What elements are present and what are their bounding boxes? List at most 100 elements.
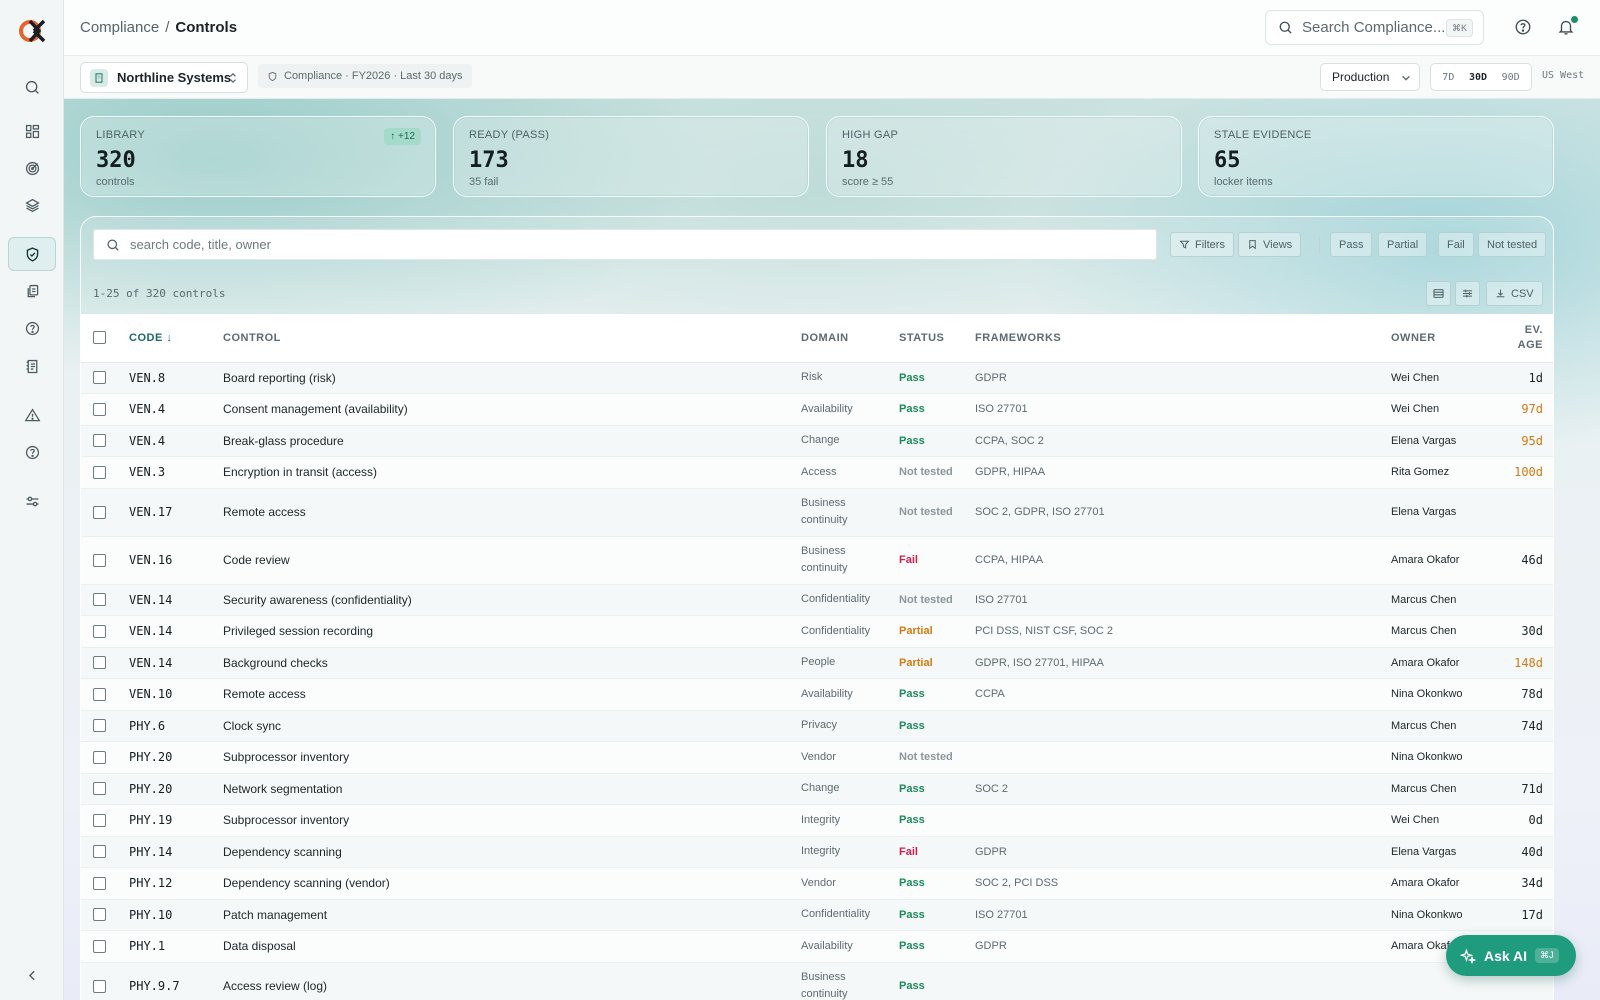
table-row[interactable]: PHY.10 Patch management Confidentiality Pas… bbox=[81, 899, 1553, 931]
row-checkbox[interactable] bbox=[93, 402, 106, 416]
control-code[interactable]: VEN.14 bbox=[117, 615, 211, 648]
control-title[interactable]: Security awareness (confidentiality) bbox=[211, 584, 791, 616]
row-checkbox[interactable] bbox=[93, 505, 106, 519]
control-title[interactable]: Remote access bbox=[211, 488, 791, 537]
column-header-ev-age[interactable]: EV. AGE bbox=[1501, 314, 1553, 363]
column-settings-button[interactable] bbox=[1455, 281, 1480, 306]
table-row[interactable]: VEN.14 Security awareness (confidentialit… bbox=[81, 584, 1553, 616]
status-filter-partial[interactable]: Partial bbox=[1378, 232, 1428, 257]
control-code[interactable]: PHY.12 bbox=[117, 867, 211, 900]
control-code[interactable]: VEN.4 bbox=[117, 425, 211, 457]
layers-icon[interactable] bbox=[8, 188, 56, 222]
status-filter-pass[interactable]: Pass bbox=[1330, 232, 1373, 257]
control-code[interactable]: VEN.14 bbox=[117, 584, 211, 616]
status-filter-fail[interactable]: Fail bbox=[1438, 232, 1474, 257]
control-title[interactable]: Background checks bbox=[211, 647, 791, 679]
collapse-sidebar-icon[interactable] bbox=[8, 958, 56, 992]
table-row[interactable]: PHY.19 Subprocessor inventory Integrity Pas… bbox=[81, 804, 1553, 837]
control-title[interactable]: Access review (log) bbox=[211, 962, 791, 1000]
density-toggle-button[interactable] bbox=[1426, 281, 1451, 306]
range-7d[interactable]: 7D bbox=[1442, 72, 1454, 83]
column-header-code[interactable]: CODE ↓ bbox=[117, 314, 211, 363]
breadcrumb-parent[interactable]: Compliance bbox=[80, 19, 159, 36]
views-button[interactable]: Views bbox=[1238, 232, 1302, 257]
table-row[interactable]: VEN.4 Consent management (availability) Av… bbox=[81, 393, 1553, 426]
table-row[interactable]: VEN.4 Break-glass procedure Change Pass CCPA… bbox=[81, 425, 1553, 457]
control-code[interactable]: PHY.20 bbox=[117, 773, 211, 805]
control-code[interactable]: PHY.9.7 bbox=[117, 962, 211, 1000]
table-row[interactable]: PHY.6 Clock sync Privacy Pass Marcus Chen 74d bbox=[81, 710, 1553, 742]
stat-card-high-gap[interactable]: HIGH GAP 18 score ≥ 55 bbox=[826, 116, 1182, 197]
control-code[interactable]: PHY.10 bbox=[117, 899, 211, 931]
documents-icon[interactable] bbox=[8, 274, 56, 308]
row-checkbox[interactable] bbox=[93, 782, 106, 796]
column-header-status[interactable]: STATUS bbox=[889, 314, 975, 363]
column-header-frameworks[interactable]: FRAMEWORKS bbox=[975, 314, 1391, 363]
row-checkbox[interactable] bbox=[93, 908, 106, 922]
table-row[interactable]: VEN.17 Remote access Business continuity No… bbox=[81, 488, 1553, 537]
stat-card-library[interactable]: LIBRARY 320 controls ↑ +12 bbox=[80, 116, 436, 197]
row-checkbox[interactable] bbox=[93, 553, 106, 567]
environment-select[interactable]: Production bbox=[1320, 63, 1420, 91]
ledger-icon[interactable] bbox=[8, 349, 56, 383]
stat-card-stale-evidence[interactable]: STALE EVIDENCE 65 locker items bbox=[1198, 116, 1554, 197]
support-icon[interactable] bbox=[8, 435, 56, 469]
notifications-bell-icon[interactable] bbox=[1557, 16, 1578, 38]
control-title[interactable]: Break-glass procedure bbox=[211, 425, 791, 457]
row-checkbox[interactable] bbox=[93, 465, 106, 479]
table-row[interactable]: VEN.8 Board reporting (risk) Risk Pass GDPR W… bbox=[81, 362, 1553, 394]
control-code[interactable]: PHY.6 bbox=[117, 710, 211, 742]
control-code[interactable]: VEN.3 bbox=[117, 456, 211, 489]
range-90d[interactable]: 90D bbox=[1502, 72, 1520, 83]
control-title[interactable]: Remote access bbox=[211, 678, 791, 711]
table-row[interactable]: PHY.9.7 Access review (log) Business conti… bbox=[81, 962, 1553, 1000]
row-checkbox[interactable] bbox=[93, 624, 106, 638]
control-title[interactable]: Code review bbox=[211, 536, 791, 585]
control-code[interactable]: PHY.1 bbox=[117, 930, 211, 963]
control-title[interactable]: Dependency scanning bbox=[211, 836, 791, 868]
control-code[interactable]: VEN.14 bbox=[117, 647, 211, 679]
range-30d[interactable]: 30D bbox=[1469, 72, 1487, 83]
column-header-control[interactable]: CONTROL bbox=[211, 314, 791, 363]
table-row[interactable]: PHY.12 Dependency scanning (vendor) Vendor… bbox=[81, 867, 1553, 900]
column-header-domain[interactable]: DOMAIN bbox=[791, 314, 889, 363]
csv-export-button[interactable]: CSV bbox=[1486, 281, 1543, 306]
control-code[interactable]: VEN.16 bbox=[117, 536, 211, 585]
control-code[interactable]: VEN.10 bbox=[117, 678, 211, 711]
status-filter-not-tested[interactable]: Not tested bbox=[1478, 232, 1547, 257]
table-row[interactable]: VEN.16 Code review Business continuity Fail… bbox=[81, 536, 1553, 585]
row-checkbox[interactable] bbox=[93, 687, 106, 701]
table-row[interactable]: VEN.14 Background checks People Partial GDPR… bbox=[81, 647, 1553, 679]
sliders-icon[interactable] bbox=[8, 484, 56, 518]
filters-button[interactable]: Filters bbox=[1170, 232, 1234, 257]
row-checkbox[interactable] bbox=[93, 434, 106, 448]
table-row[interactable]: PHY.20 Subprocessor inventory Vendor Not te… bbox=[81, 741, 1553, 774]
row-checkbox[interactable] bbox=[93, 593, 106, 607]
control-code[interactable]: PHY.14 bbox=[117, 836, 211, 868]
column-header-owner[interactable]: OWNER bbox=[1391, 314, 1501, 363]
control-code[interactable]: VEN.8 bbox=[117, 362, 211, 394]
control-title[interactable]: Encryption in transit (access) bbox=[211, 456, 791, 489]
row-checkbox[interactable] bbox=[93, 939, 106, 953]
row-checkbox[interactable] bbox=[93, 750, 106, 764]
control-title[interactable]: Board reporting (risk) bbox=[211, 362, 791, 394]
controls-shield-icon[interactable] bbox=[8, 237, 56, 271]
row-checkbox[interactable] bbox=[93, 371, 106, 385]
stat-card-ready[interactable]: READY (PASS) 173 35 fail bbox=[453, 116, 809, 197]
control-code[interactable]: PHY.20 bbox=[117, 741, 211, 774]
control-title[interactable]: Subprocessor inventory bbox=[211, 741, 791, 774]
row-checkbox[interactable] bbox=[93, 656, 106, 670]
control-code[interactable]: VEN.4 bbox=[117, 393, 211, 426]
control-title[interactable]: Dependency scanning (vendor) bbox=[211, 867, 791, 900]
table-row[interactable]: PHY.1 Data disposal Availability Pass GDPR Am… bbox=[81, 930, 1553, 963]
row-checkbox[interactable] bbox=[93, 719, 106, 733]
control-title[interactable]: Data disposal bbox=[211, 930, 791, 963]
sidebar-search-icon[interactable] bbox=[8, 70, 56, 104]
control-title[interactable]: Subprocessor inventory bbox=[211, 804, 791, 837]
help-icon[interactable] bbox=[1514, 18, 1534, 38]
help-circle-icon[interactable] bbox=[8, 311, 56, 345]
row-checkbox[interactable] bbox=[93, 979, 106, 993]
org-selector[interactable]: Northline Systems bbox=[80, 62, 248, 93]
target-icon[interactable] bbox=[8, 151, 56, 185]
app-logo[interactable] bbox=[18, 17, 46, 45]
